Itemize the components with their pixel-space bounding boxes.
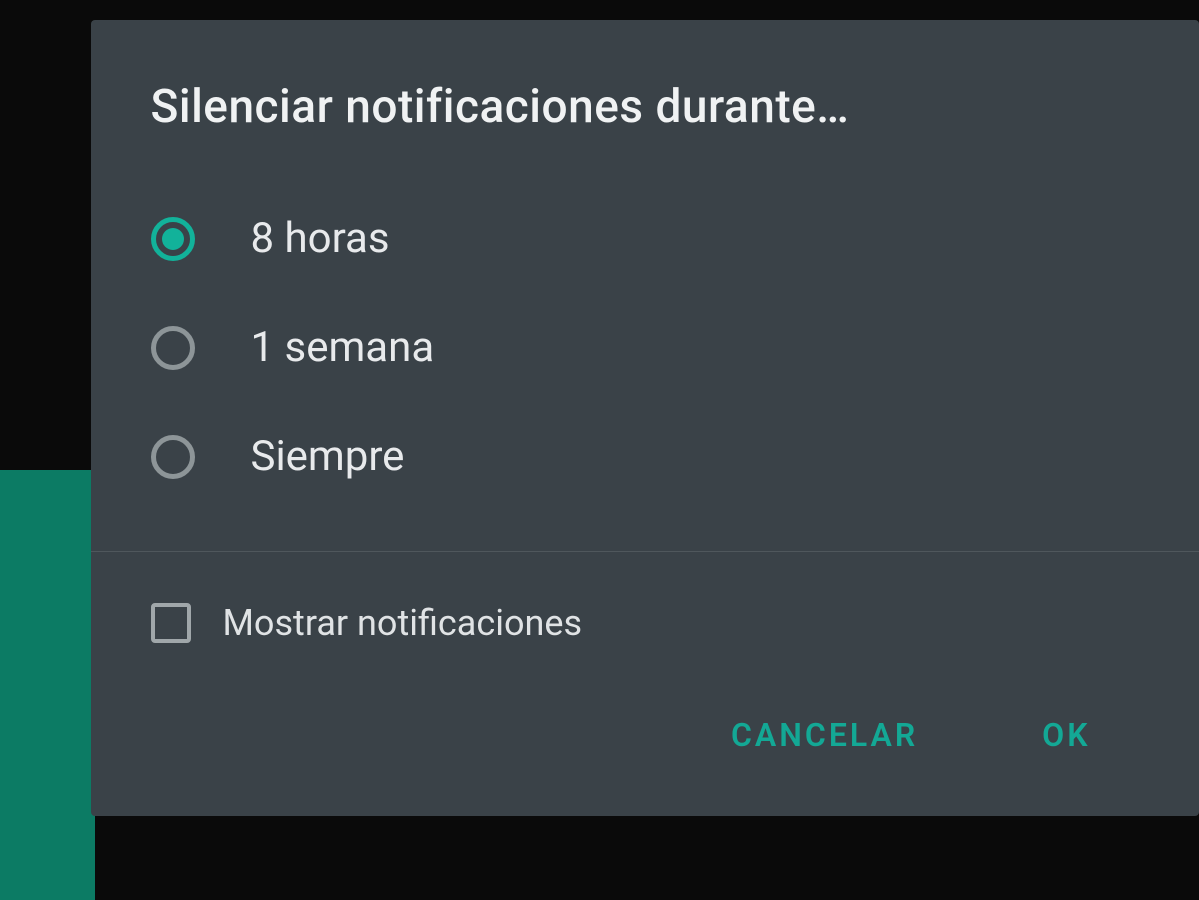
duration-radio-group: 8 horas 1 semana Siempre bbox=[151, 184, 1139, 541]
checkbox-unchecked-icon bbox=[151, 603, 191, 643]
radio-unselected-icon bbox=[151, 435, 195, 479]
radio-label: Siempre bbox=[251, 432, 405, 481]
radio-option-8-hours[interactable]: 8 horas bbox=[151, 184, 1139, 293]
radio-label: 8 horas bbox=[251, 214, 390, 263]
radio-label: 1 semana bbox=[251, 323, 435, 372]
checkbox-label: Mostrar notificaciones bbox=[223, 602, 583, 644]
backdrop-accent bbox=[0, 470, 95, 900]
cancel-button[interactable]: CANCELAR bbox=[723, 704, 926, 766]
show-notifications-checkbox-row[interactable]: Mostrar notificaciones bbox=[151, 592, 1139, 704]
mute-notifications-dialog: Silenciar notificaciones durante… 8 hora… bbox=[91, 20, 1199, 816]
radio-option-always[interactable]: Siempre bbox=[151, 402, 1139, 511]
radio-selected-icon bbox=[151, 217, 195, 261]
dialog-actions: CANCELAR OK bbox=[151, 704, 1139, 776]
radio-option-1-week[interactable]: 1 semana bbox=[151, 293, 1139, 402]
radio-unselected-icon bbox=[151, 326, 195, 370]
ok-button[interactable]: OK bbox=[1034, 704, 1098, 766]
divider bbox=[91, 551, 1199, 552]
dialog-title: Silenciar notificaciones durante… bbox=[151, 80, 1139, 134]
